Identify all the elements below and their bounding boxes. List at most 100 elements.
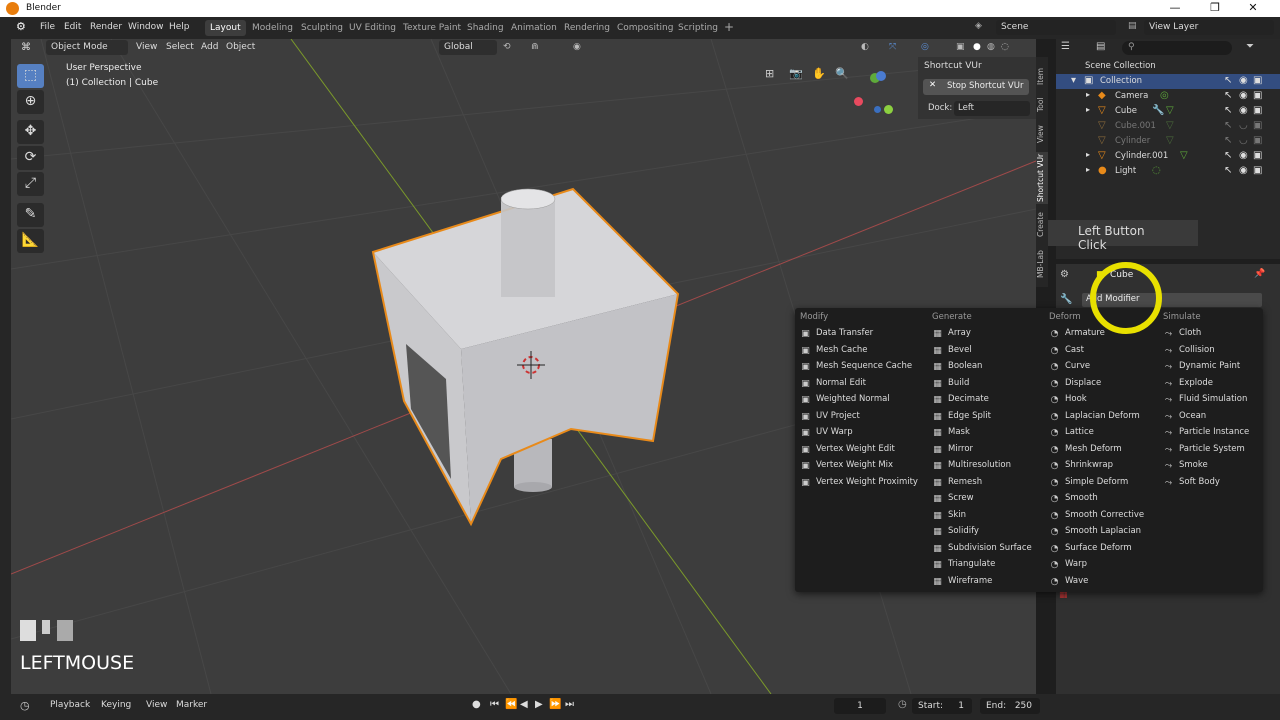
modifier-item-vertex-weight-edit[interactable]: ▣ Vertex Weight Edit (800, 444, 895, 460)
modifier-item-decimate[interactable]: ▦ Decimate (932, 394, 989, 410)
outliner-row-cube-001[interactable]: ▽ Cube.001 ▽ ↖ ◡ ▣ (1056, 119, 1280, 134)
menu-timeline-view[interactable]: View (146, 700, 167, 710)
modifier-item-smooth[interactable]: ◔ Smooth (1049, 493, 1098, 509)
record-icon[interactable]: ● (472, 699, 481, 710)
prev-keyframe-icon[interactable]: ⏪ (505, 699, 517, 710)
select-box-tool-icon[interactable]: ⬚ (17, 64, 44, 88)
editor-type-icon[interactable]: ⌘ (21, 42, 31, 53)
outliner-row-light[interactable]: ▸ ● Light ◌ ↖ ◉ ▣ (1056, 164, 1280, 179)
modifier-item-particle-system[interactable]: ⤳ Particle System (1163, 444, 1245, 460)
outliner-row-cylinder-001[interactable]: ▸ ▽ Cylinder.001 ▽ ↖ ◉ ▣ (1056, 149, 1280, 164)
overlay-toggle-icon[interactable]: ◎ (921, 42, 929, 52)
modifier-item-mesh-cache[interactable]: ▣ Mesh Cache (800, 345, 867, 361)
menu-window[interactable]: Window (128, 22, 164, 32)
navigation-gizmo[interactable] (844, 69, 904, 119)
snap-icon[interactable]: ⋒ (531, 42, 539, 52)
pan-hand-icon[interactable]: ✋ (812, 67, 826, 80)
modifier-item-multiresolution[interactable]: ▦ Multiresolution (932, 460, 1011, 476)
eye-icon[interactable]: ◉ (1239, 105, 1248, 116)
xray-icon[interactable]: ▣ (956, 42, 965, 52)
timeline-editor-icon[interactable]: ◷ (20, 699, 30, 712)
minimize-button[interactable]: — (1160, 1, 1190, 14)
modifier-item-dynamic-paint[interactable]: ⤳ Dynamic Paint (1163, 361, 1240, 377)
camera-view-icon[interactable]: 📷 (789, 67, 803, 80)
modifier-item-weighted-normal[interactable]: ▣ Weighted Normal (800, 394, 889, 410)
eye-icon[interactable]: ◉ (1239, 150, 1248, 161)
select-arrow-icon[interactable]: ↖ (1224, 105, 1232, 116)
menu-add[interactable]: Add (201, 42, 218, 52)
modifier-item-shrinkwrap[interactable]: ◔ Shrinkwrap (1049, 460, 1113, 476)
shading-rendered-icon[interactable]: ◌ (1001, 42, 1009, 52)
play-icon[interactable]: ▶ (535, 699, 543, 710)
gizmo-toggle-icon[interactable]: ⤧ (889, 42, 896, 52)
select-arrow-icon[interactable]: ↖ (1224, 135, 1232, 146)
expand-arrow-icon[interactable]: ▸ (1086, 150, 1090, 159)
menu-view[interactable]: View (136, 42, 157, 52)
modifier-item-build[interactable]: ▦ Build (932, 378, 969, 394)
modifier-item-simple-deform[interactable]: ◔ Simple Deform (1049, 477, 1129, 493)
modifier-item-armature[interactable]: ◔ Armature (1049, 328, 1105, 344)
properties-editor-icon[interactable]: ⚙ (1060, 269, 1069, 280)
tab-mb-lab[interactable]: MB-Lab (1036, 247, 1048, 281)
modifier-item-uv-warp[interactable]: ▣ UV Warp (800, 427, 852, 443)
modifier-item-wave[interactable]: ◔ Wave (1049, 576, 1089, 592)
eye-icon[interactable]: ◉ (1239, 165, 1248, 176)
tab-view[interactable]: View (1036, 121, 1048, 147)
jump-start-icon[interactable]: ⏮ (490, 699, 499, 710)
outliner-row-collection[interactable]: ▾ ▣ Collection ↖ ◉ ▣ (1056, 74, 1280, 89)
modifier-item-cast[interactable]: ◔ Cast (1049, 345, 1084, 361)
visibility-icon[interactable]: ◐ (861, 42, 869, 52)
modifier-item-solidify[interactable]: ▦ Solidify (932, 526, 979, 542)
add-workspace-button[interactable]: + (724, 20, 734, 34)
menu-file[interactable]: File (40, 22, 55, 32)
camera-render-icon[interactable]: ▣ (1253, 135, 1262, 146)
modifier-item-subdivision-surface[interactable]: ▦ Subdivision Surface (932, 543, 1032, 559)
pivot-icon[interactable]: ⟲ (503, 42, 511, 52)
modifier-item-uv-project[interactable]: ▣ UV Project (800, 411, 860, 427)
eye-closed-icon[interactable]: ◡ (1239, 120, 1248, 131)
move-tool-icon[interactable]: ✥ (17, 120, 44, 144)
menu-marker[interactable]: Marker (176, 700, 207, 710)
expand-arrow-icon[interactable]: ▸ (1086, 90, 1090, 99)
gizmo-z-dot[interactable] (876, 71, 886, 81)
modifier-item-fluid-simulation[interactable]: ⤳ Fluid Simulation (1163, 394, 1247, 410)
annotate-tool-icon[interactable]: ✎ (17, 203, 44, 227)
play-reverse-icon[interactable]: ◀ (520, 699, 528, 710)
menu-render[interactable]: Render (90, 22, 122, 32)
maximize-button[interactable]: ❐ (1200, 1, 1230, 14)
camera-render-icon[interactable]: ▣ (1253, 120, 1262, 131)
rotate-tool-icon[interactable]: ⟳ (17, 146, 44, 170)
modifier-item-mask[interactable]: ▦ Mask (932, 427, 970, 443)
zoom-icon[interactable]: 🔍 (835, 67, 849, 80)
expand-arrow-icon[interactable]: ▾ (1071, 75, 1076, 86)
tab-compositing[interactable]: Compositing (612, 20, 678, 36)
tab-sculpting[interactable]: Sculpting (296, 20, 348, 36)
modifier-item-remesh[interactable]: ▦ Remesh (932, 477, 982, 493)
tab-shortcut-vur[interactable]: Shortcut VUr (1036, 152, 1048, 204)
modifier-item-array[interactable]: ▦ Array (932, 328, 971, 344)
search-field[interactable]: ⚲ (1122, 41, 1232, 55)
eye-closed-icon[interactable]: ◡ (1239, 135, 1248, 146)
modifier-item-data-transfer[interactable]: ▣ Data Transfer (800, 328, 873, 344)
modifier-item-explode[interactable]: ⤳ Explode (1163, 378, 1213, 394)
tab-item[interactable]: Item (1036, 63, 1048, 89)
modifier-item-bevel[interactable]: ▦ Bevel (932, 345, 971, 361)
camera-render-icon[interactable]: ▣ (1253, 75, 1262, 86)
outliner-row-scene-collection[interactable]: Scene Collection (1056, 59, 1280, 74)
transform-orientation-selector[interactable]: Global (439, 40, 497, 55)
menu-object[interactable]: Object (226, 42, 255, 52)
menu-edit[interactable]: Edit (64, 22, 81, 32)
outliner-row-cylinder[interactable]: ▽ Cylinder ▽ ↖ ◡ ▣ (1056, 134, 1280, 149)
outliner-editor-icon[interactable]: ☰ (1061, 41, 1070, 52)
tab-uv-editing[interactable]: UV Editing (344, 20, 401, 36)
camera-render-icon[interactable]: ▣ (1253, 150, 1262, 161)
outliner-row-camera[interactable]: ▸ ◆ Camera ◎ ↖ ◉ ▣ (1056, 89, 1280, 104)
next-keyframe-icon[interactable]: ⏩ (549, 699, 561, 710)
view-layer-selector[interactable]: View Layer (1144, 20, 1274, 35)
menu-keying[interactable]: Keying (101, 700, 131, 710)
modifier-item-soft-body[interactable]: ⤳ Soft Body (1163, 477, 1220, 493)
tab-create[interactable]: Create (1036, 210, 1048, 240)
modifier-item-triangulate[interactable]: ▦ Triangulate (932, 559, 995, 575)
menu-select[interactable]: Select (166, 42, 194, 52)
tab-tool[interactable]: Tool (1036, 93, 1048, 117)
